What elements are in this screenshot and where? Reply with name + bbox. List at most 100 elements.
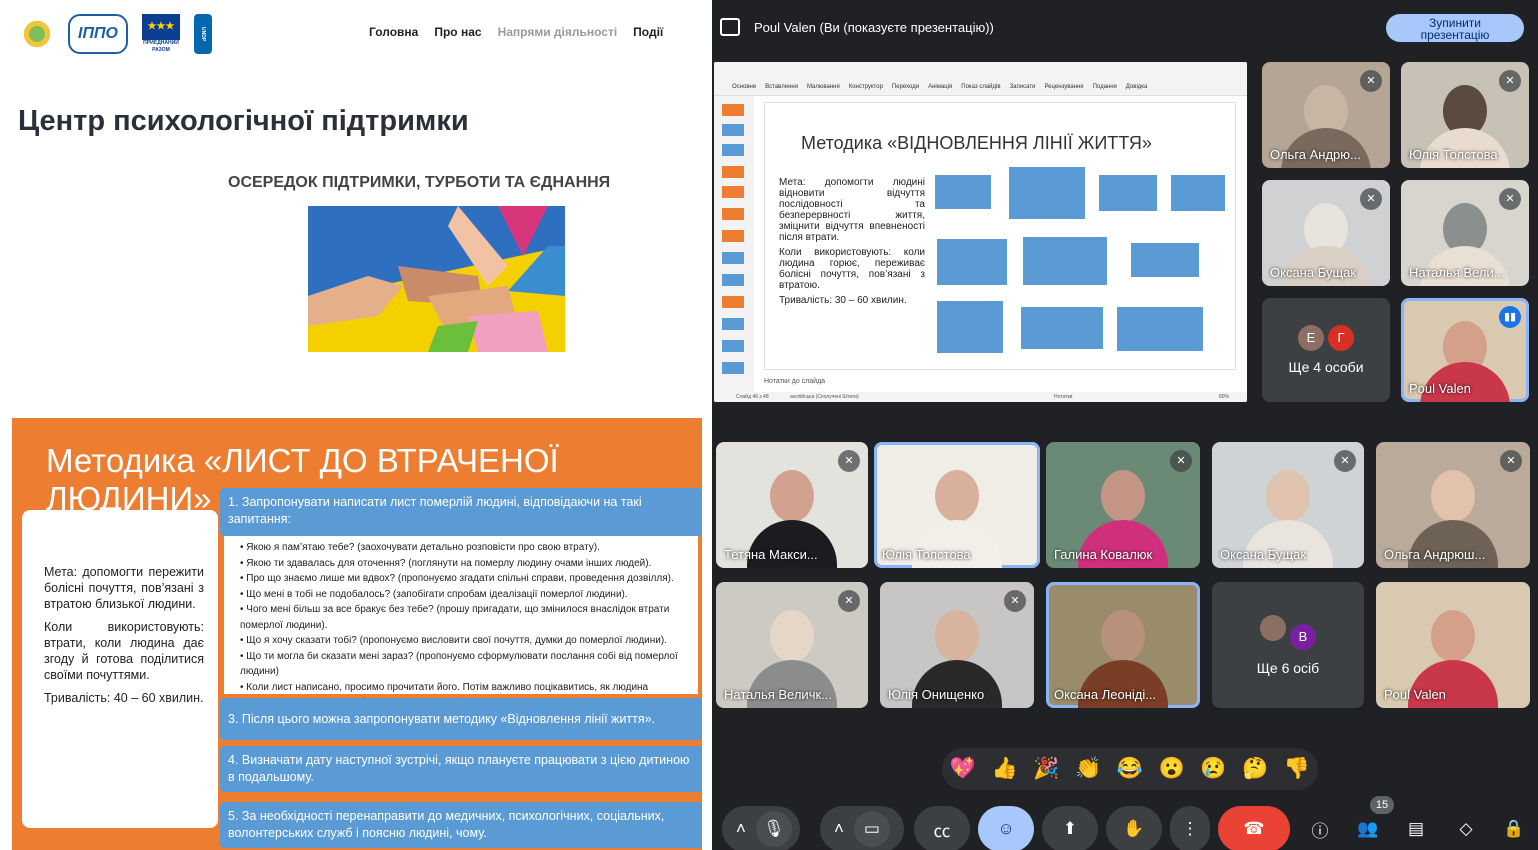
participant-name: Ольга Андрю...: [1270, 147, 1361, 162]
ribbon-tab[interactable]: Малювання: [807, 84, 840, 90]
question-item: Що ти могла би сказати мені зараз? (проп…: [240, 649, 692, 680]
notes-placeholder[interactable]: Нотатки до слайда: [764, 378, 825, 385]
meeting-info-icon[interactable]: ⓘ: [1302, 806, 1338, 850]
letter-method-slide: Методика «ЛИСТ ДО ВТРАЧЕНОЇ ЛЮДИНИ» Мета…: [12, 418, 702, 850]
reactions-button[interactable]: ☺: [978, 806, 1034, 850]
participant-face: [1431, 469, 1475, 522]
mic-off-icon: ✕: [1004, 590, 1026, 612]
leave-call-button[interactable]: ☎: [1218, 806, 1290, 850]
activities-icon[interactable]: ◇: [1448, 806, 1484, 850]
participant-name: Наталья Величк...: [724, 687, 832, 702]
participant-count-badge: 15: [1370, 796, 1394, 814]
ippo-logo[interactable]: ІППО: [68, 14, 128, 54]
present-button[interactable]: ⬆: [1042, 806, 1098, 850]
more-participants-tile[interactable]: В Ще 6 осіб: [1212, 582, 1364, 708]
undp-logo[interactable]: UNDP: [194, 14, 212, 54]
reaction-emoji[interactable]: 👏: [1075, 757, 1101, 781]
ppt-statusbar: Слайд 46 з 48 англійська (Сполучені Штат…: [714, 392, 1247, 402]
nav-about[interactable]: Про нас: [434, 25, 481, 39]
ippo-emblem-logo: [20, 14, 54, 54]
participant-tile[interactable]: Poul Valen: [1376, 582, 1530, 708]
participant-tile[interactable]: ✕ Ольга Андрю...: [1262, 62, 1390, 168]
participant-face: [935, 469, 979, 522]
ribbon-tab[interactable]: Переходи: [892, 84, 919, 90]
reaction-emoji[interactable]: 😂: [1117, 757, 1143, 781]
host-controls-icon[interactable]: 🔒: [1496, 806, 1532, 850]
questions-box: Якою я пам’ятаю тебе? (заохочувати детал…: [224, 536, 698, 708]
participant-tile[interactable]: Оксана Леоніді...: [1046, 582, 1200, 708]
participant-name: Юлія Толстова: [1409, 147, 1498, 162]
participant-name: Галина Ковалюк: [1054, 547, 1153, 562]
self-view-tile[interactable]: ▮▮ Poul Valen: [1401, 298, 1529, 402]
raise-hand-button[interactable]: ✋: [1106, 806, 1162, 850]
reaction-emoji[interactable]: 👍: [992, 757, 1018, 781]
question-item: Якою ти здавалась для оточення? (погляну…: [240, 556, 692, 572]
chat-icon[interactable]: ▤: [1398, 806, 1434, 850]
nav-directions[interactable]: Напрями діяльності: [498, 25, 618, 39]
notes-toggle[interactable]: Нотатки: [1054, 394, 1072, 400]
language-status: англійська (Сполучені Штати): [790, 394, 859, 400]
shared-bullet: Тривалість: 30 – 60 хвилин.: [779, 295, 907, 306]
shared-powerpoint[interactable]: Основне Вставлення Малювання Конструктор Пер…: [714, 62, 1247, 402]
participant-tile[interactable]: ✕ Оксана Бущак: [1262, 180, 1390, 286]
participant-name: Poul Valen: [1384, 687, 1446, 702]
ribbon-tab[interactable]: Довідка: [1126, 84, 1148, 90]
participant-tile[interactable]: ✕ Тетяна Макси...: [716, 442, 868, 568]
speaking-icon: ▮▮: [1499, 306, 1521, 328]
thumbnails-pane[interactable]: [714, 96, 754, 392]
presenter-label: Poul Valen (Ви (показуєте презентацію)): [754, 20, 994, 35]
nav-home[interactable]: Головна: [369, 25, 418, 39]
presentation-topbar: Poul Valen (Ви (показуєте презентацію)) …: [712, 0, 1538, 56]
participant-tile[interactable]: ✕ Оксана Бущак: [1212, 442, 1364, 568]
nav-events[interactable]: Події: [633, 25, 663, 39]
mic-icon: 🎙: [755, 811, 792, 847]
mic-options-button[interactable]: ˄ 🎙: [722, 806, 800, 850]
site-nav: Головна Про нас Напрями діяльності Події: [369, 25, 663, 39]
ribbon-tab[interactable]: Конструктор: [849, 84, 883, 90]
eu-logo[interactable]: ★★★ ПРИЄДНАНИЙ РАЗОМ: [142, 14, 180, 54]
mic-off-icon: ✕: [1360, 188, 1382, 210]
participant-tile[interactable]: ✕ Юлія Толстова: [1401, 62, 1529, 168]
reaction-emoji[interactable]: 💖: [950, 757, 976, 781]
participant-name: Оксана Бущак: [1270, 265, 1357, 280]
participant-name: Poul Valen: [1409, 381, 1471, 396]
reaction-emoji[interactable]: 😮: [1159, 757, 1185, 781]
reaction-emoji[interactable]: 👎: [1284, 757, 1310, 781]
participant-face: [1101, 469, 1145, 522]
participant-face: [770, 469, 814, 522]
avatar: Е: [1298, 325, 1324, 351]
logo-row: ІППО ★★★ ПРИЄДНАНИЙ РАЗОМ UNDP: [20, 14, 212, 54]
more-options-button[interactable]: ⋮: [1170, 806, 1210, 850]
step-5-box: 5. За необхідності перенаправити до меди…: [220, 802, 702, 848]
ribbon-tab[interactable]: Показ слайдів: [961, 84, 1000, 90]
participant-tile[interactable]: ✕ Юлія Онищенко: [880, 582, 1034, 708]
reaction-emoji[interactable]: 🤔: [1242, 757, 1268, 781]
avatar: В: [1290, 623, 1316, 650]
mic-off-icon: ✕: [1500, 450, 1522, 472]
camera-options-button[interactable]: ˄ ▭: [820, 806, 904, 850]
more-participants-tile[interactable]: ЕГ Ще 4 особи: [1262, 298, 1390, 402]
reaction-emoji[interactable]: 😢: [1200, 757, 1226, 781]
ribbon-tab[interactable]: Вставлення: [765, 84, 798, 90]
ribbon-tab[interactable]: Подання: [1093, 84, 1117, 90]
ribbon-tab[interactable]: Основне: [732, 84, 756, 90]
stop-presenting-button[interactable]: Зупинити презентацію: [1386, 14, 1524, 42]
avatar: [1260, 614, 1286, 641]
question-item: Чого мені більш за все бракує без тебе? …: [240, 602, 692, 633]
participant-tile[interactable]: ✕ Галина Ковалюк: [1046, 442, 1200, 568]
slide-canvas: Методика «ВІДНОВЛЕННЯ ЛІНІЇ ЖИТТЯ» Мета:…: [764, 102, 1236, 370]
participant-name: Юлія Толстова: [882, 547, 971, 562]
ribbon-tab[interactable]: Рецензування: [1044, 84, 1083, 90]
participant-tile[interactable]: ✕ Наталья Вели...: [1401, 180, 1529, 286]
page-subtitle: ОСЕРЕДОК ПІДТРИМКИ, ТУРБОТИ ТА ЄДНАННЯ: [228, 174, 611, 191]
participant-tile[interactable]: ✕ Наталья Величк...: [716, 582, 868, 708]
question-item: Що мені в тобі не подобалось? (запобігат…: [240, 587, 692, 603]
more-participants-label: Ще 6 осіб: [1256, 659, 1320, 676]
captions-button[interactable]: ㏄: [914, 806, 970, 850]
more-participants-label: Ще 4 особи: [1288, 359, 1364, 375]
ribbon-tab[interactable]: Записати: [1010, 84, 1036, 90]
participant-tile[interactable]: ✕ Ольга Андрюш...: [1376, 442, 1530, 568]
ribbon-tab[interactable]: Анімація: [928, 84, 952, 90]
participant-tile[interactable]: Юлія Толстова: [874, 442, 1040, 568]
reaction-emoji[interactable]: 🎉: [1033, 757, 1059, 781]
